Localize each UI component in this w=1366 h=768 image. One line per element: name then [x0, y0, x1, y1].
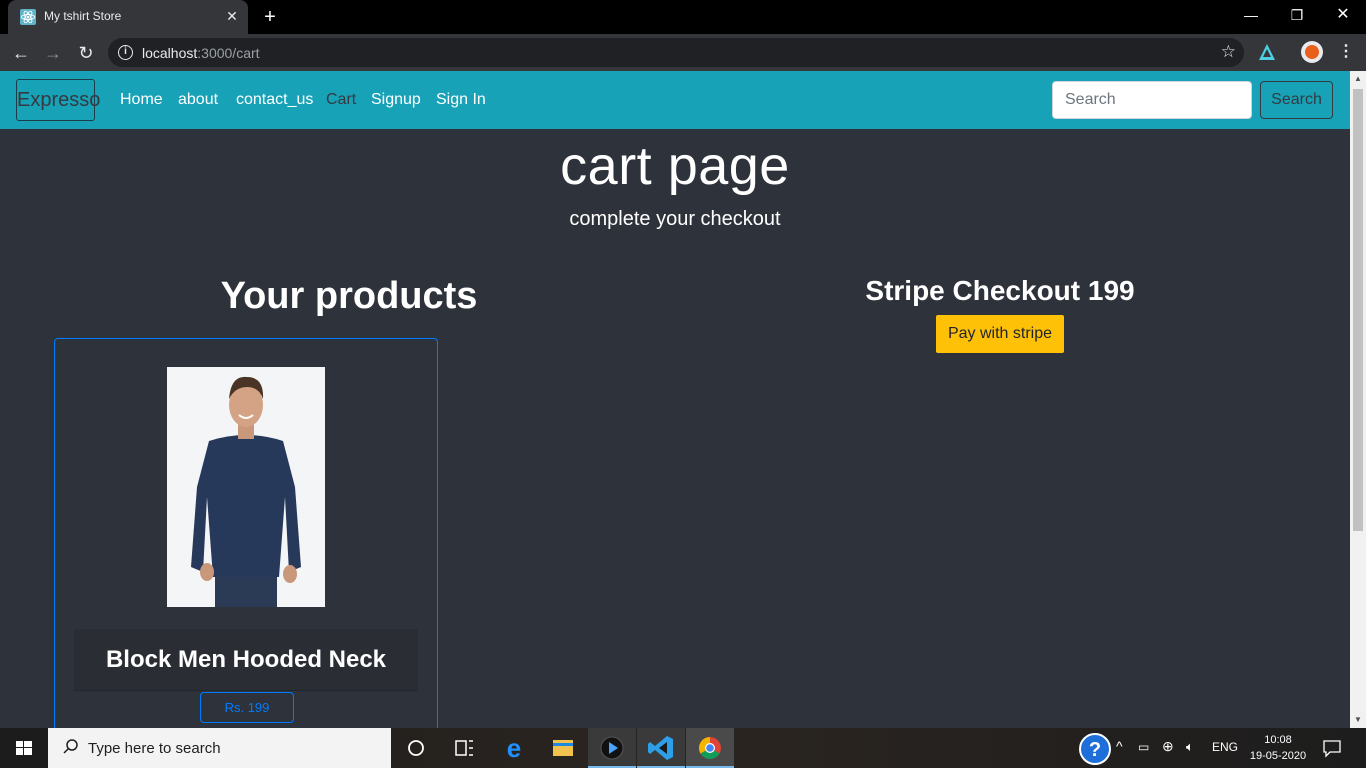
vscode-taskbar-item[interactable] [637, 728, 685, 768]
search-input[interactable] [1052, 81, 1252, 119]
back-button[interactable]: ← [8, 40, 34, 66]
language-indicator[interactable]: ENG [1212, 740, 1238, 754]
clock-time: 10:08 [1264, 734, 1292, 746]
profile-avatar-icon[interactable] [1301, 41, 1323, 63]
nav-link-cart[interactable]: Cart [326, 91, 356, 109]
browser-tab[interactable]: My tshirt Store ✕ [8, 0, 248, 34]
product-name-box: Block Men Hooded Neck [74, 629, 418, 691]
nav-link-contact-us[interactable]: contact_us [236, 91, 313, 109]
bookmark-star-icon[interactable]: ☆ [1221, 42, 1236, 62]
browser-toolbar: ← → ↻ i localhost:3000/cart ☆ ⋮ [0, 34, 1366, 71]
tshirt-model-image [167, 367, 325, 607]
reload-button[interactable]: ↻ [73, 40, 99, 66]
url-path: :3000/cart [197, 45, 260, 61]
chrome-menu-icon[interactable]: ⋮ [1336, 42, 1356, 62]
volume-icon[interactable]: 🔈︎ [1186, 739, 1194, 755]
vscode-icon [648, 736, 673, 760]
product-name: Block Men Hooded Neck [105, 646, 387, 673]
cortana-icon[interactable] [392, 728, 440, 768]
page-scrollbar[interactable]: ▲ ▼ [1350, 71, 1366, 728]
taskbar-clock[interactable]: 10:08 19-05-2020 [1246, 732, 1310, 764]
react-favicon-icon [20, 9, 36, 25]
site-info-icon[interactable]: i [118, 45, 133, 60]
scrollbar-thumb[interactable] [1353, 89, 1363, 531]
product-price-badge[interactable]: Rs. 199 [200, 692, 294, 723]
network-globe-icon[interactable]: ⊕ [1162, 738, 1174, 755]
file-explorer-icon[interactable] [539, 728, 587, 768]
media-player-taskbar-item[interactable] [588, 728, 636, 768]
svg-text:e: e [507, 733, 521, 763]
forward-button[interactable]: → [40, 40, 66, 66]
page-subtitle: complete your checkout [569, 208, 781, 230]
page-title: cart page [560, 136, 790, 196]
page-viewport: Expresso Home about contact_us Cart Sign… [0, 71, 1350, 728]
battery-icon[interactable]: ▭ [1138, 740, 1149, 754]
nav-link-signup[interactable]: Signup [371, 91, 421, 109]
site-navbar: Expresso Home about contact_us Cart Sign… [0, 71, 1350, 129]
taskbar-search-box[interactable]: Type here to search [48, 728, 391, 768]
nav-link-home[interactable]: Home [120, 91, 163, 109]
checkout-title: Stripe Checkout 199 [865, 275, 1135, 306]
products-heading: Your products [220, 275, 478, 317]
scroll-up-arrow-icon[interactable]: ▲ [1350, 71, 1366, 87]
tab-close-icon[interactable]: ✕ [224, 8, 240, 24]
restore-button[interactable]: ❐ [1274, 0, 1320, 30]
nav-link-sign-in[interactable]: Sign In [436, 91, 486, 109]
window-close-button[interactable]: ✕ [1320, 0, 1366, 30]
pay-with-stripe-button[interactable]: Pay with stripe [936, 315, 1064, 353]
product-image [167, 367, 325, 607]
help-icon[interactable]: ? [1078, 732, 1112, 766]
url-host: localhost [142, 45, 198, 61]
search-icon [63, 739, 78, 754]
task-view-icon[interactable] [440, 728, 488, 768]
svg-text:?: ? [1089, 739, 1101, 761]
new-tab-button[interactable]: + [258, 5, 282, 29]
clock-date: 19-05-2020 [1249, 750, 1307, 762]
edge-icon[interactable]: e [490, 728, 538, 768]
browser-tab-strip: My tshirt Store ✕ + — ❐ ✕ [0, 0, 1366, 34]
taskbar-search-placeholder: Type here to search [88, 740, 221, 757]
scroll-down-arrow-icon[interactable]: ▼ [1350, 712, 1366, 728]
brand-logo[interactable]: Expresso [16, 79, 100, 121]
url-text[interactable]: localhost:3000/cart [142, 45, 260, 61]
minimize-button[interactable]: — [1228, 0, 1274, 30]
search-button[interactable]: Search [1260, 81, 1333, 119]
show-hidden-icons-chevron-icon[interactable]: ^ [1116, 738, 1123, 754]
nav-link-about[interactable]: about [178, 91, 218, 109]
windows-taskbar: Type here to search e ? ^ ▭ ⊕ 🔈︎ ENG 10:… [0, 728, 1366, 768]
notifications-icon[interactable] [1322, 738, 1342, 758]
windows-start-icon[interactable] [0, 728, 48, 768]
chrome-icon [699, 737, 721, 759]
address-bar[interactable]: i localhost:3000/cart ☆ [108, 38, 1244, 67]
tab-title: My tshirt Store [44, 9, 122, 23]
product-card: Block Men Hooded Neck Rs. 199 [54, 338, 438, 728]
extension-triangle-icon[interactable] [1257, 42, 1277, 62]
chrome-taskbar-item[interactable] [686, 728, 734, 768]
media-player-icon [600, 736, 624, 760]
